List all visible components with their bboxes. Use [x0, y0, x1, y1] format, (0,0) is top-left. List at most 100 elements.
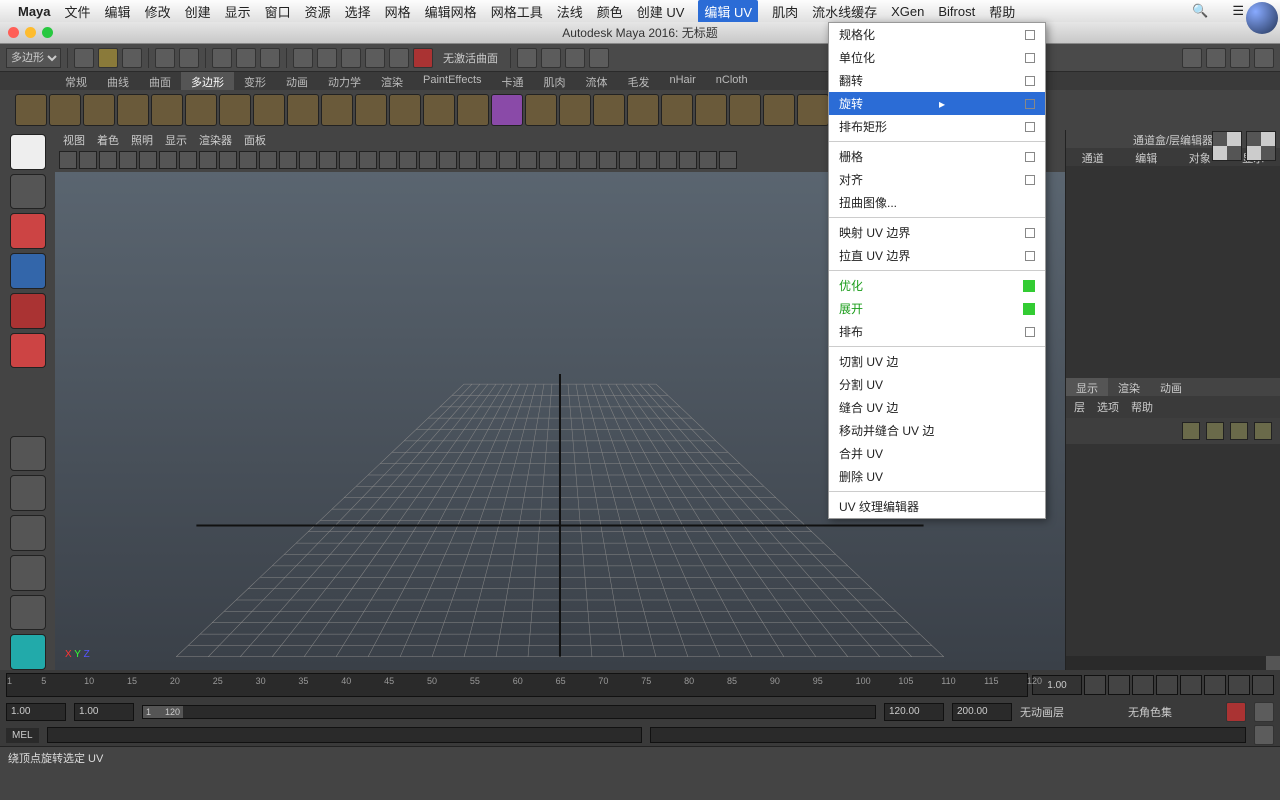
panel-tb-icon-7[interactable] — [199, 151, 217, 169]
shelf-icon-22[interactable] — [763, 94, 795, 126]
menu-帮助[interactable]: 帮助 — [989, 2, 1015, 21]
module-selector[interactable]: 多边形 — [6, 48, 61, 68]
panel-tb-icon-9[interactable] — [239, 151, 257, 169]
layout-four[interactable] — [10, 475, 46, 511]
render-icon[interactable] — [517, 48, 537, 68]
render-view-icon[interactable] — [589, 48, 609, 68]
uv-menu-翻转[interactable]: 翻转 — [829, 69, 1045, 92]
uv-menu-UV 纹理编辑器[interactable]: UV 纹理编辑器 — [829, 495, 1045, 518]
uv-menu-扭曲图像...[interactable]: 扭曲图像... — [829, 191, 1045, 214]
menu-网格[interactable]: 网格 — [385, 2, 411, 21]
menu-资源[interactable]: 资源 — [305, 2, 331, 21]
panel-menu-着色[interactable]: 着色 — [97, 132, 119, 146]
anim-layer-dropdown[interactable]: 无动画层 — [1020, 704, 1120, 720]
shelf-icon-2[interactable] — [83, 94, 115, 126]
menu-文件[interactable]: 文件 — [65, 2, 91, 21]
shelf-icon-21[interactable] — [729, 94, 761, 126]
lasso-icon[interactable] — [236, 48, 256, 68]
play-fwd-icon[interactable] — [1180, 675, 1202, 695]
shelf-tab-卡通[interactable]: 卡通 — [492, 72, 534, 90]
panel-tb-icon-22[interactable] — [499, 151, 517, 169]
menu-XGen[interactable]: XGen — [891, 4, 924, 19]
shelf-icon-19[interactable] — [661, 94, 693, 126]
menu-icon[interactable]: ☰ — [1232, 3, 1244, 19]
uv-menu-切割 UV 边[interactable]: 切割 UV 边 — [829, 350, 1045, 373]
panel-tb-icon-3[interactable] — [119, 151, 137, 169]
layout-single[interactable] — [10, 436, 46, 472]
uv-menu-缝合 UV 边[interactable]: 缝合 UV 边 — [829, 396, 1045, 419]
panel-tb-icon-16[interactable] — [379, 151, 397, 169]
shelf-tab-毛发[interactable]: 毛发 — [618, 72, 660, 90]
menu-流水线缓存[interactable]: 流水线缓存 — [812, 2, 877, 21]
shelf-tab-曲面[interactable]: 曲面 — [139, 72, 181, 90]
shelf-icon-9[interactable] — [321, 94, 353, 126]
uv-menu-移动并缝合 UV 边[interactable]: 移动并缝合 UV 边 — [829, 419, 1045, 442]
charset-dropdown[interactable]: 无角色集 — [1128, 704, 1218, 720]
autokey-icon[interactable] — [1226, 702, 1246, 722]
menu-法线[interactable]: 法线 — [557, 2, 583, 21]
menu-肌肉[interactable]: 肌肉 — [772, 2, 798, 21]
command-input[interactable] — [47, 727, 643, 743]
play-back-icon[interactable] — [1156, 675, 1178, 695]
goto-end-icon[interactable] — [1252, 675, 1274, 695]
layer-icon-3[interactable] — [1230, 422, 1248, 440]
step-back-icon[interactable] — [1132, 675, 1154, 695]
snap-curve-icon[interactable] — [317, 48, 337, 68]
goto-start-icon[interactable] — [1084, 675, 1106, 695]
time-slider[interactable]: 1510152025303540455055606570758085909510… — [0, 670, 1280, 700]
shelf-tab-动画[interactable]: 动画 — [276, 72, 318, 90]
shelf-tab-多边形[interactable]: 多边形 — [181, 72, 234, 90]
open-scene-icon[interactable] — [98, 48, 118, 68]
panel-tb-icon-11[interactable] — [279, 151, 297, 169]
layout-outliner[interactable] — [10, 515, 46, 551]
panel-tb-icon-32[interactable] — [699, 151, 717, 169]
search-icon[interactable]: 🔍 — [1192, 3, 1208, 19]
view-cube[interactable] — [1246, 2, 1278, 34]
shelf-icon-18[interactable] — [627, 94, 659, 126]
shelf-icon-8[interactable] — [287, 94, 319, 126]
shelf-icon-17[interactable] — [593, 94, 625, 126]
snap-plane-icon[interactable] — [365, 48, 385, 68]
shelf-tab-渲染[interactable]: 渲染 — [371, 72, 413, 90]
panel-tb-icon-24[interactable] — [539, 151, 557, 169]
panel-tb-icon-20[interactable] — [459, 151, 477, 169]
paint-select-tool[interactable] — [10, 213, 46, 249]
shelf-icon-7[interactable] — [253, 94, 285, 126]
move-tool[interactable] — [10, 253, 46, 289]
shelf-icon-11[interactable] — [389, 94, 421, 126]
shelf-icon-12[interactable] — [423, 94, 455, 126]
uv-menu-排布矩形[interactable]: 排布矩形 — [829, 115, 1045, 138]
new-scene-icon[interactable] — [74, 48, 94, 68]
select-icon[interactable] — [212, 48, 232, 68]
ipr-icon[interactable] — [541, 48, 561, 68]
panel-menu-视图[interactable]: 视图 — [63, 132, 85, 146]
uv-menu-旋转[interactable]: 旋转▸ — [829, 92, 1045, 115]
panel-tb-icon-19[interactable] — [439, 151, 457, 169]
panel-tb-icon-13[interactable] — [319, 151, 337, 169]
layer-icon-2[interactable] — [1206, 422, 1224, 440]
step-fwd-icon[interactable] — [1204, 675, 1226, 695]
panel-tb-icon-29[interactable] — [639, 151, 657, 169]
channel-tab-通道[interactable]: 通道 — [1066, 148, 1120, 166]
uv-menu-拉直 UV 边界[interactable]: 拉直 UV 边界 — [829, 244, 1045, 267]
script-editor-icon[interactable] — [1254, 725, 1274, 745]
panel-tb-icon-12[interactable] — [299, 151, 317, 169]
uv-menu-删除 UV[interactable]: 删除 UV — [829, 465, 1045, 488]
sidebar-toggle-icon[interactable] — [1254, 48, 1274, 68]
save-scene-icon[interactable] — [122, 48, 142, 68]
panel-tb-icon-18[interactable] — [419, 151, 437, 169]
range-start-field[interactable]: 1.00 — [74, 703, 134, 721]
layout-2-icon[interactable] — [1206, 48, 1226, 68]
rotate-tool[interactable] — [10, 293, 46, 329]
menu-编辑网格[interactable]: 编辑网格 — [425, 2, 477, 21]
panel-tb-icon-2[interactable] — [99, 151, 117, 169]
paint-icon[interactable] — [260, 48, 280, 68]
shelf-icon-5[interactable] — [185, 94, 217, 126]
panel-tb-icon-8[interactable] — [219, 151, 237, 169]
shelf-tab-曲线[interactable]: 曲线 — [97, 72, 139, 90]
redo-icon[interactable] — [179, 48, 199, 68]
panel-tb-icon-21[interactable] — [479, 151, 497, 169]
menu-显示[interactable]: 显示 — [225, 2, 251, 21]
select-tool[interactable] — [10, 134, 46, 170]
uv-menu-单位化[interactable]: 单位化 — [829, 46, 1045, 69]
